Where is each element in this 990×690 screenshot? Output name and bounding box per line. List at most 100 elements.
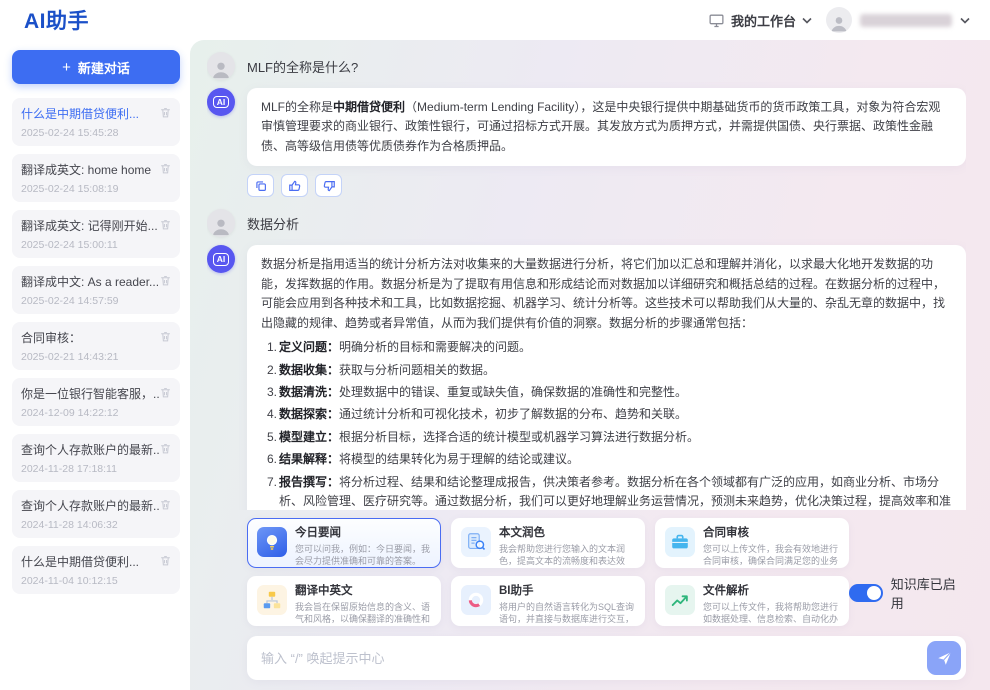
monitor-icon — [708, 12, 725, 29]
knowledge-base-toggle[interactable]: 知识库已启用 — [849, 574, 966, 612]
copy-button[interactable] — [247, 174, 274, 197]
step-label: 数据收集： — [279, 363, 339, 377]
step-label: 模型建立： — [279, 430, 339, 444]
conversation-time: 2024-11-04 10:12:15 — [21, 575, 171, 587]
card-desc: 您可以问我，例如：今日要闻，我会尽力提供准确和可靠的答案。 — [295, 543, 431, 567]
step-item: 6.结果解释：将模型的结果转化为易于理解的结论或建议。 — [261, 450, 952, 469]
ai-avatar: AI — [207, 88, 235, 116]
conversation-item[interactable]: 什么是中期借贷便利... 2025-02-24 15:45:28 — [12, 98, 180, 146]
step-number: 3. — [261, 383, 279, 402]
conversation-time: 2025-02-24 15:00:11 — [21, 239, 171, 251]
step-label: 定义问题： — [279, 340, 339, 354]
conversation-item[interactable]: 合同审核： 2025-02-21 14:43:21 — [12, 322, 180, 370]
step-number: 1. — [261, 338, 279, 357]
step-text: 获取与分析问题相关的数据。 — [339, 363, 495, 377]
app: AI助手 我的工作台 + 新建对话 — [0, 0, 990, 690]
user-menu[interactable] — [826, 7, 970, 33]
conversation-title: 什么是中期借贷便利... — [21, 105, 159, 122]
conversation-item[interactable]: 翻译成中文: As a reader... 2025-02-24 14:57:5… — [12, 266, 180, 314]
trash-icon[interactable] — [159, 386, 172, 399]
trash-icon[interactable] — [159, 554, 172, 567]
card-body: 本文润色 我会帮助您进行您输入的文本润色，提高文本的流畅度和表达效果。 — [499, 527, 635, 559]
toggle-knob — [867, 586, 881, 600]
person-icon — [829, 13, 849, 33]
chat-input[interactable] — [261, 651, 919, 666]
card-title: 合同审核 — [703, 527, 839, 541]
ai-avatar: AI — [207, 245, 235, 273]
app-logo: AI助手 — [24, 5, 89, 35]
conversation-title: 什么是中期借贷便利... — [21, 553, 159, 570]
send-button[interactable] — [927, 641, 961, 675]
card-today-news[interactable]: 今日要闻 您可以问我，例如：今日要闻，我会尽力提供准确和可靠的答案。 — [247, 518, 441, 568]
thumbs-down-icon — [322, 179, 336, 193]
chat-panel: MLF的全称是什么? AI MLF的全称是中期借贷便利（Medium-term … — [190, 40, 990, 690]
step-text: 根据分析目标，选择合适的统计模型或机器学习算法进行数据分析。 — [339, 430, 699, 444]
step-label: 数据探索： — [279, 407, 339, 421]
new-chat-button[interactable]: + 新建对话 — [12, 50, 180, 84]
translate-nodes-icon — [257, 585, 287, 615]
user-avatar — [826, 7, 852, 33]
chat-input-bar — [247, 636, 966, 680]
body-row: + 新建对话 什么是中期借贷便利... 2025-02-24 15:45:28 … — [0, 40, 990, 690]
card-title: BI助手 — [499, 585, 635, 599]
step-item: 3.数据清洗：处理数据中的错误、重复或缺失值，确保数据的准确性和完整性。 — [261, 383, 952, 402]
ai-message-card: 数据分析是指用适当的统计分析方法对收集来的大量数据进行分析，将它们加以汇总和理解… — [247, 245, 966, 510]
step-label: 报告撰写： — [279, 475, 339, 489]
thumbs-down-button[interactable] — [315, 174, 342, 197]
sidebar: + 新建对话 什么是中期借贷便利... 2025-02-24 15:45:28 … — [0, 40, 190, 690]
thumbs-up-button[interactable] — [281, 174, 308, 197]
card-desc: 将用户的自然语言转化为SQL查询语句，并直接与数据库进行交互，返回智能推荐的图表… — [499, 601, 635, 626]
user-message-text: 数据分析 — [247, 214, 299, 233]
workspace-menu[interactable]: 我的工作台 — [708, 11, 812, 30]
toggle-switch[interactable] — [849, 584, 883, 602]
card-desc: 我会旨在保留原始信息的含义、语气和风格，以确保翻译的准确性和自然流畅。 — [295, 601, 431, 626]
trash-icon[interactable] — [159, 274, 172, 287]
conversation-title: 翻译成英文: home home — [21, 161, 159, 178]
card-desc: 您可以上传文件，我将帮助您进行如数据处理、信息检索、自动化办公等。 — [703, 601, 839, 626]
message-actions — [247, 174, 966, 197]
card-contract-review[interactable]: 合同审核 您可以上传文件，我会有效地进行合同审核，确保合同满足您的业务需求。 — [655, 518, 849, 568]
user-avatar — [207, 52, 235, 80]
card-bi-assistant[interactable]: BI助手 将用户的自然语言转化为SQL查询语句，并直接与数据库进行交互，返回智能… — [451, 576, 645, 626]
conversation-list: 什么是中期借贷便利... 2025-02-24 15:45:28 翻译成英文: … — [12, 90, 180, 594]
user-avatar — [207, 209, 235, 237]
ai-text: 数据分析是指用适当的统计分析方法对收集来的大量数据进行分析，将它们加以汇总和理解… — [261, 255, 952, 333]
trash-icon[interactable] — [159, 330, 172, 343]
message-list: MLF的全称是什么? AI MLF的全称是中期借贷便利（Medium-term … — [207, 48, 966, 510]
step-text: 明确分析的目标和需要解决的问题。 — [339, 340, 531, 354]
step-number: 6. — [261, 450, 279, 469]
trash-icon[interactable] — [159, 442, 172, 455]
new-chat-label: 新建对话 — [78, 58, 130, 77]
step-label: 结果解释： — [279, 452, 339, 466]
topbar-right: 我的工作台 — [708, 7, 970, 33]
card-title: 翻译中英文 — [295, 585, 431, 599]
ai-message: AI MLF的全称是中期借贷便利（Medium-term Lending Fac… — [207, 88, 966, 166]
conversation-item[interactable]: 查询个人存款账户的最新... 2024-11-28 17:18:11 — [12, 434, 180, 482]
ai-badge: AI — [213, 253, 229, 266]
username-redacted — [860, 14, 952, 27]
trash-icon[interactable] — [159, 218, 172, 231]
pie-chart-icon — [461, 585, 491, 615]
conversation-item[interactable]: 你是一位银行智能客服，... 2024-12-09 14:22:12 — [12, 378, 180, 426]
step-text: 通过统计分析和可视化技术，初步了解数据的分布、趋势和关联。 — [339, 407, 687, 421]
step-text: 将分析过程、结果和结论整理成报告，供决策者参考。数据分析在各个领域都有广泛的应用… — [279, 475, 951, 510]
top-bar: AI助手 我的工作台 — [0, 0, 990, 40]
step-item: 1.定义问题：明确分析的目标和需要解决的问题。 — [261, 338, 952, 357]
card-desc: 我会帮助您进行您输入的文本润色，提高文本的流畅度和表达效果。 — [499, 543, 635, 568]
card-translate[interactable]: 翻译中英文 我会旨在保留原始信息的含义、语气和风格，以确保翻译的准确性和自然流畅… — [247, 576, 441, 626]
user-message-text: MLF的全称是什么? — [247, 57, 358, 76]
trash-icon[interactable] — [159, 162, 172, 175]
ai-message: AI 数据分析是指用适当的统计分析方法对收集来的大量数据进行分析，将它们加以汇总… — [207, 245, 966, 510]
card-text-polish[interactable]: 本文润色 我会帮助您进行您输入的文本润色，提高文本的流畅度和表达效果。 — [451, 518, 645, 568]
conversation-item[interactable]: 什么是中期借贷便利... 2024-11-04 10:12:15 — [12, 546, 180, 594]
card-file-parse[interactable]: 文件解析 您可以上传文件，我将帮助您进行如数据处理、信息检索、自动化办公等。 — [655, 576, 849, 626]
conversation-item[interactable]: 翻译成英文: home home 2025-02-24 15:08:19 — [12, 154, 180, 202]
person-icon — [210, 58, 232, 80]
trash-icon[interactable] — [159, 106, 172, 119]
trash-icon[interactable] — [159, 498, 172, 511]
conversation-item[interactable]: 翻译成英文: 记得刚开始... 2025-02-24 15:00:11 — [12, 210, 180, 258]
step-item: 7.报告撰写：将分析过程、结果和结论整理成报告，供决策者参考。数据分析在各个领域… — [261, 473, 952, 510]
quick-cards-section: 今日要闻 您可以问我，例如：今日要闻，我会尽力提供准确和可靠的答案。 本文润色 … — [247, 518, 966, 626]
analysis-steps: 1.定义问题：明确分析的目标和需要解决的问题。 2.数据收集：获取与分析问题相关… — [261, 338, 952, 510]
conversation-item[interactable]: 查询个人存款账户的最新... 2024-11-28 14:06:32 — [12, 490, 180, 538]
